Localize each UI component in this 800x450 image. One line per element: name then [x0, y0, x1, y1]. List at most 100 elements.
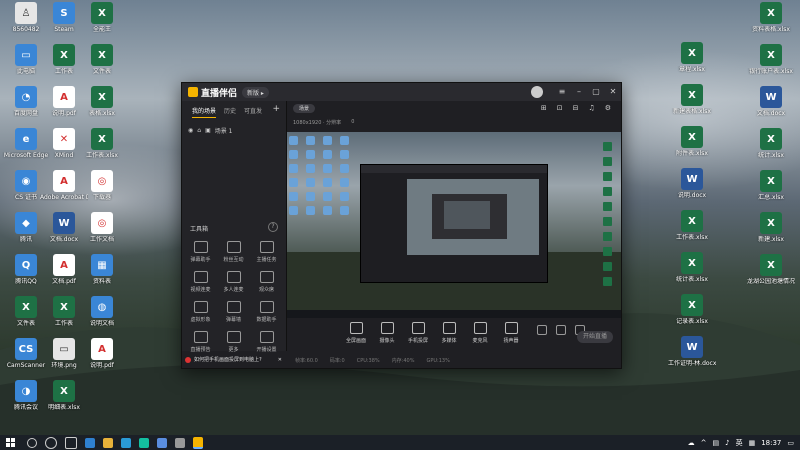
desktop-icon[interactable]: X 工作表.xlsx: [668, 210, 716, 241]
app-titlebar: 直播伴侣 新版 ▸ ≡ – ▢ ✕: [182, 83, 621, 101]
camera-button[interactable]: 摄像头: [376, 320, 398, 344]
desktop-icon[interactable]: X 新建.xlsx: [747, 212, 795, 243]
desktop-icon[interactable]: X 全能王: [78, 2, 126, 33]
task-view-icon[interactable]: [65, 436, 77, 449]
tool-item[interactable]: 虚拟形象: [184, 301, 217, 323]
desktop-icon[interactable]: A 说明.pdf: [78, 338, 126, 369]
cloud-icon[interactable]: ☁: [688, 439, 695, 447]
tool-item[interactable]: 观众席: [250, 271, 283, 293]
tool-item[interactable]: 多人连麦: [217, 271, 250, 293]
desktop-icon[interactable]: X 统计.xlsx: [747, 128, 795, 159]
tool-item[interactable]: 开播设置: [250, 331, 283, 353]
tool-item[interactable]: 弹幕墙: [217, 301, 250, 323]
lock-icon[interactable]: ⌂: [197, 127, 201, 134]
desktop-icon[interactable]: X 章程.xlsx: [668, 42, 716, 73]
network-icon[interactable]: ▤: [712, 439, 719, 447]
desktop-icon[interactable]: X 文件表: [78, 44, 126, 75]
tool-item[interactable]: 视频连麦: [184, 271, 217, 293]
record-icon[interactable]: [537, 325, 547, 335]
add-tab-button[interactable]: +: [272, 105, 280, 118]
speaker-button[interactable]: 扬声器: [500, 320, 522, 344]
grid-icon[interactable]: ⊟: [573, 104, 579, 112]
tool-item[interactable]: 粉丝互动: [217, 241, 250, 263]
desktop-icon[interactable]: X 资料表格.xlsx: [747, 2, 795, 33]
user-avatar[interactable]: [531, 86, 543, 98]
desktop-icon[interactable]: W 说明.docx: [668, 168, 716, 199]
media-button[interactable]: 多媒体: [438, 320, 460, 344]
clock[interactable]: 18:37: [761, 439, 781, 447]
edge-icon[interactable]: [85, 437, 95, 448]
browser-icon[interactable]: [121, 437, 131, 448]
search-icon[interactable]: [27, 437, 37, 448]
desktop-icon[interactable]: ◎ 下载器: [78, 170, 126, 201]
desktop-icon[interactable]: X 龙湖公园池塘情况统计表: [747, 254, 795, 285]
desktop-icon-label: 新建表格.xlsx: [673, 108, 711, 115]
desktop-icon[interactable]: X 新建表格.xlsx: [668, 84, 716, 115]
desktop-icon[interactable]: ◍ 说明文档: [78, 296, 126, 327]
tab-history[interactable]: 历史: [224, 106, 236, 118]
desktop-icon[interactable]: ▦ 资料表: [78, 254, 126, 285]
tip-bar[interactable]: 如何把手机画面投屏到电脑上? ✕: [182, 351, 286, 368]
phone-cast-button[interactable]: 手机投屏: [407, 320, 429, 344]
desktop-icon[interactable]: X 表格.xlsx: [78, 86, 126, 117]
preview-canvas[interactable]: [287, 132, 621, 318]
mail-icon[interactable]: [157, 437, 167, 448]
scene-item[interactable]: ◉ ⌂ ▣ 场景 1: [182, 118, 286, 143]
tab-direct[interactable]: 可直发: [244, 106, 262, 118]
notification-icon[interactable]: ▭: [787, 439, 794, 447]
start-button[interactable]: [6, 438, 15, 447]
chat-icon[interactable]: [139, 437, 149, 448]
desktop-icon[interactable]: X 明细表.xlsx: [40, 380, 88, 411]
tool-label: 弹幕助手: [190, 257, 211, 263]
livestream-app-taskbar-icon[interactable]: [193, 436, 203, 449]
toolbox-help-icon[interactable]: ?: [268, 222, 278, 232]
eye-icon[interactable]: [556, 325, 566, 335]
start-live-button[interactable]: 开始直播: [577, 331, 613, 343]
tool-item[interactable]: 主播任务: [250, 241, 283, 263]
shop-icon[interactable]: ⊡: [557, 104, 563, 112]
desktop-icon[interactable]: W 文档.docx: [747, 86, 795, 117]
im-file-icon: ♙: [15, 2, 37, 24]
minimize-icon[interactable]: –: [575, 88, 583, 96]
control-label: 摄像头: [379, 338, 395, 344]
fullscreen-button[interactable]: 全屏画面: [345, 320, 367, 344]
desktop-icon[interactable]: X 统计表.xlsx: [668, 252, 716, 283]
tool-item[interactable]: 更多: [217, 331, 250, 353]
pdf-file-icon: ◎: [91, 212, 113, 234]
tool-item[interactable]: 数据助手: [250, 301, 283, 323]
menu-icon[interactable]: ≡: [558, 88, 566, 96]
up-arrow-icon[interactable]: ^: [701, 439, 707, 447]
xl-file-icon: X: [760, 128, 782, 150]
store-icon[interactable]: [175, 437, 185, 448]
desktop-icon[interactable]: X 工作表.xlsx: [78, 128, 126, 159]
desktop-icon-label: 文档.docx: [756, 110, 786, 117]
ime-indicator[interactable]: 英: [736, 438, 743, 448]
microphone-button[interactable]: 麦克风: [469, 320, 491, 344]
scene-chip[interactable]: 场景: [293, 103, 316, 113]
version-badge[interactable]: 新版 ▸: [242, 86, 269, 98]
desktop-icon-label: 银行账户表.xlsx: [749, 68, 793, 75]
tab-my-scenes[interactable]: 我的场景: [192, 106, 217, 118]
app-tray-icon[interactable]: ▦: [749, 439, 756, 447]
settings-icon[interactable]: ⚙: [605, 104, 611, 112]
tool-item[interactable]: 弹幕助手: [184, 241, 217, 263]
desktop-icon[interactable]: X 汇总.xlsx: [747, 170, 795, 201]
maximize-icon[interactable]: ▢: [592, 88, 600, 96]
desktop-icon-label: 统计.xlsx: [758, 152, 784, 159]
desktop-icon[interactable]: ◎ 工作文档: [78, 212, 126, 243]
pdf-file-icon: A: [91, 338, 113, 360]
desktop-icon[interactable]: X 银行账户表.xlsx: [747, 44, 795, 75]
desktop-icon[interactable]: X 附件表.xlsx: [668, 126, 716, 157]
eye-icon[interactable]: ◉: [188, 127, 193, 134]
tool-icon: [259, 271, 274, 283]
bell-icon[interactable]: ♫: [588, 104, 594, 112]
volume-icon[interactable]: ♪: [725, 439, 729, 447]
tool-icon: [226, 241, 241, 253]
file-explorer-icon[interactable]: [103, 437, 113, 448]
close-icon[interactable]: ✕: [609, 88, 617, 96]
tool-item[interactable]: 直播预告: [184, 331, 217, 353]
gift-icon[interactable]: ⊞: [541, 104, 547, 112]
desktop-icon-label: 明细表.xlsx: [48, 404, 80, 411]
cortana-icon[interactable]: [45, 436, 57, 449]
close-tip-icon[interactable]: ✕: [278, 357, 282, 363]
